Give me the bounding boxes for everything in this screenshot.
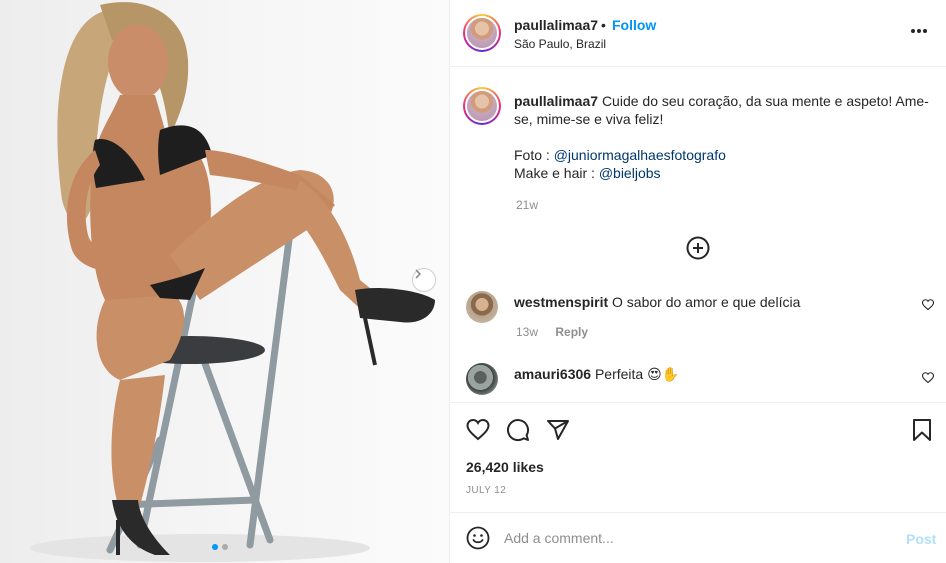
photo-credit: Foto : @juniormagalhaesfotografo [514, 146, 934, 164]
comment-username[interactable]: westmenspirit [514, 294, 608, 310]
comment-icon[interactable] [506, 418, 530, 442]
chevron-right-icon [415, 269, 422, 279]
comment-input[interactable] [504, 527, 884, 549]
reply-button[interactable]: Reply [555, 325, 588, 339]
comment-username[interactable]: amauri6306 [514, 366, 591, 382]
comment-2: amauri6306 Perfeita 😍✋ [514, 366, 679, 383]
post-date: JULY 12 [466, 485, 507, 496]
bookmark-icon[interactable] [910, 418, 934, 442]
post-details-panel: paullalimaa7 • Follow São Paulo, Brazil … [449, 0, 946, 563]
post-actions: 26,420 likes JULY 12 [450, 402, 946, 513]
post-comment-button[interactable]: Post [906, 531, 936, 547]
add-comment-bar: Post [450, 512, 946, 563]
comment-1: westmenspirit O sabor do amor e que delí… [514, 294, 800, 310]
photo-credit-prefix: Foto : [514, 147, 554, 163]
post-photo [30, 2, 435, 562]
commenter-avatar[interactable] [466, 363, 498, 395]
makeup-credit-prefix: Make e hair : [514, 165, 599, 181]
more-horizontal-icon[interactable] [910, 28, 928, 34]
author-avatar-image [465, 16, 499, 50]
author-username[interactable]: paullalimaa7 [514, 17, 598, 33]
like-count[interactable]: 26,420 likes [466, 459, 544, 475]
author-avatar[interactable] [463, 14, 501, 52]
carousel-dot [222, 544, 228, 550]
emoji-icon[interactable] [466, 526, 490, 550]
heart-icon[interactable] [466, 418, 490, 442]
post-caption: paullalimaa7 Cuide do seu coração, da su… [514, 92, 934, 182]
makeup-credit: Make e hair : @bieljobs [514, 164, 934, 182]
commenter-avatar[interactable] [466, 291, 498, 323]
follow-button[interactable]: Follow [612, 17, 656, 33]
carousel-dot-active [212, 544, 218, 550]
header-separator: • [601, 17, 606, 33]
heart-icon[interactable] [922, 372, 934, 384]
comment-age: 13w [516, 325, 539, 339]
makeup-artist-mention[interactable]: @bieljobs [599, 165, 661, 181]
post-image[interactable] [0, 0, 449, 563]
post-location[interactable]: São Paulo, Brazil [514, 37, 606, 51]
caption-avatar[interactable] [463, 87, 501, 125]
post-header: paullalimaa7 • Follow São Paulo, Brazil [450, 0, 946, 67]
comment-text: Perfeita 😍✋ [594, 366, 680, 382]
carousel-dots [212, 544, 228, 550]
plus-circle-icon[interactable] [686, 236, 710, 260]
comment-1-meta: 13w Reply [516, 325, 588, 339]
caption-username[interactable]: paullalimaa7 [514, 93, 598, 109]
next-image-button[interactable] [412, 268, 436, 292]
heart-icon[interactable] [922, 299, 934, 311]
caption-age: 21w [516, 198, 539, 212]
caption-avatar-image [465, 89, 499, 123]
comment-text: O sabor do amor e que delícia [612, 294, 801, 310]
send-icon[interactable] [546, 418, 570, 442]
photographer-mention[interactable]: @juniormagalhaesfotografo [554, 147, 726, 163]
